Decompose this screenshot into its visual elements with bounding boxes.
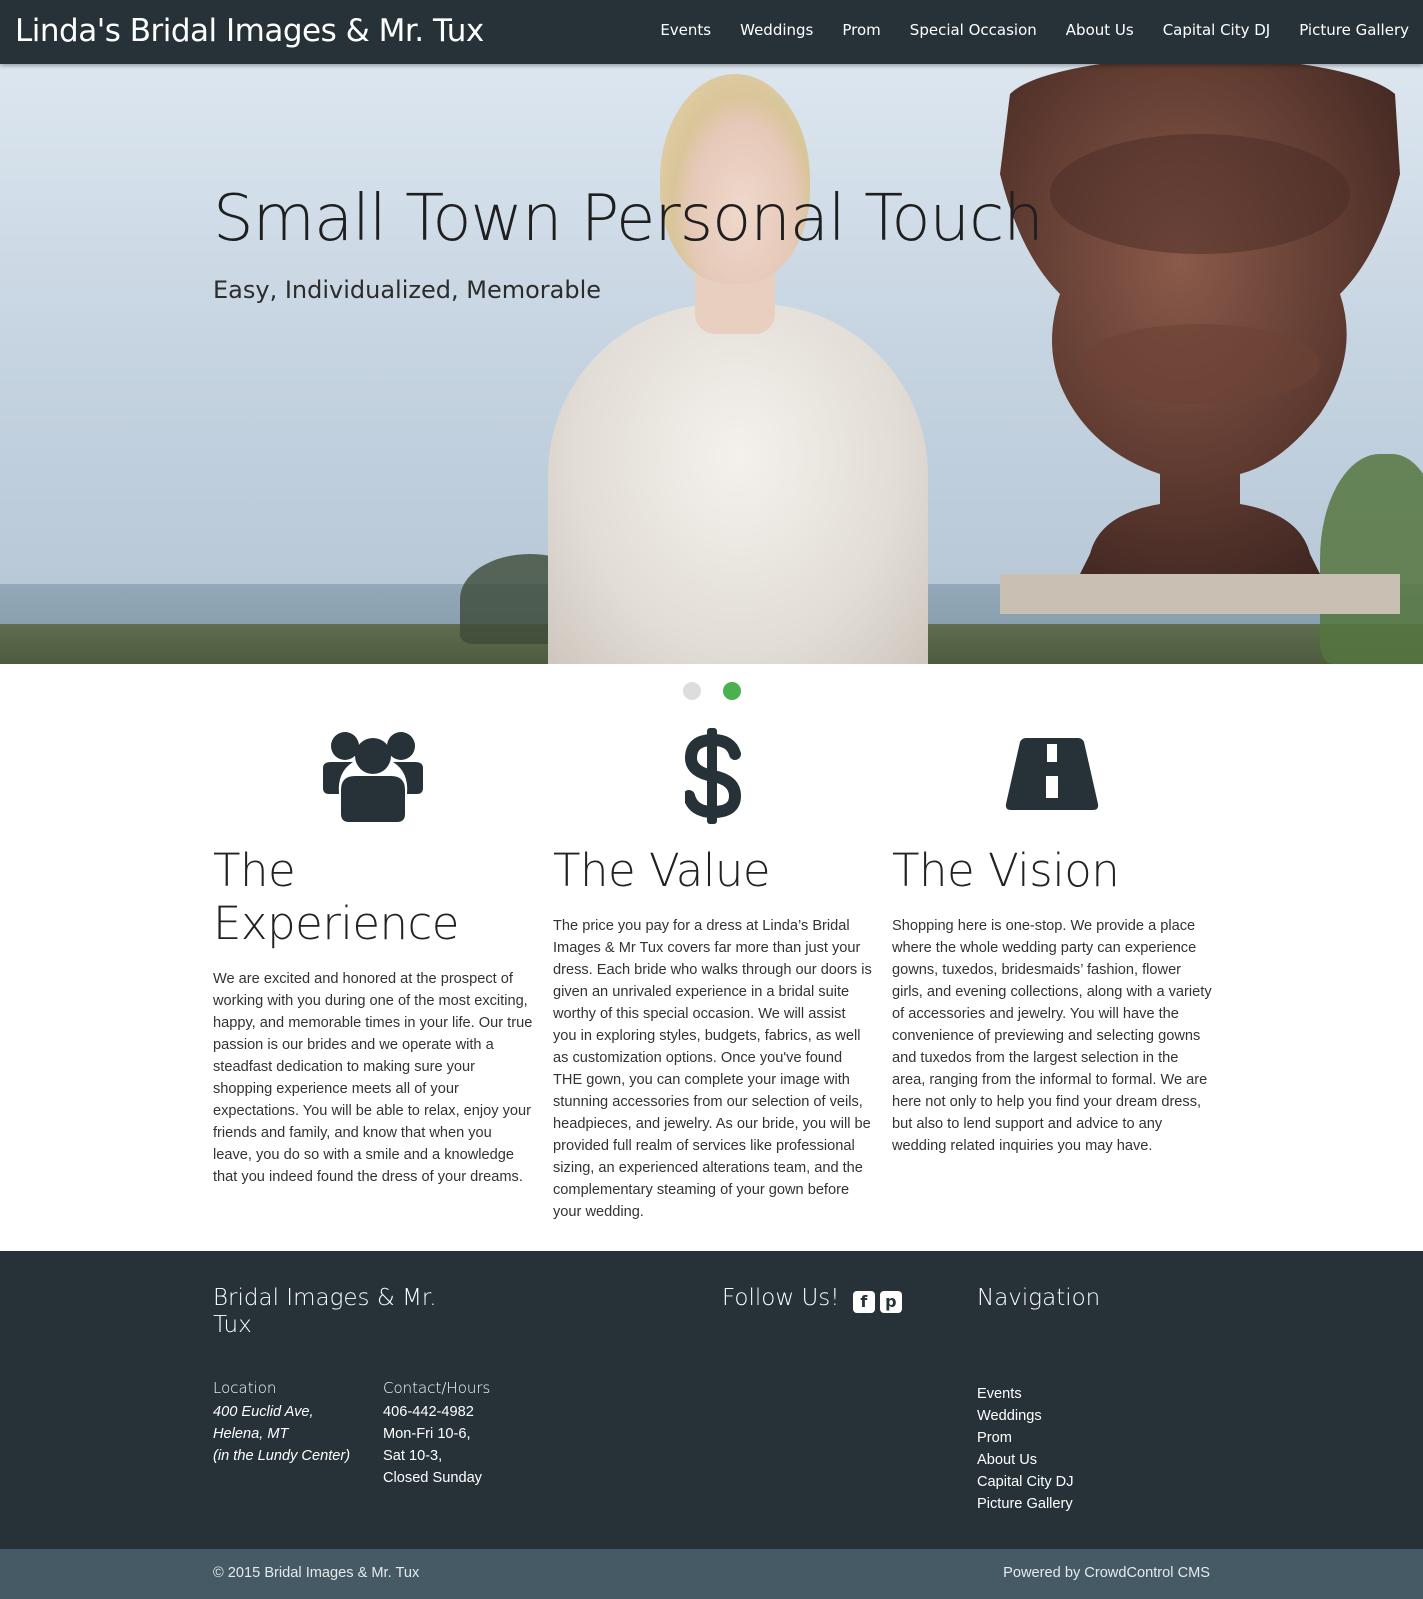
powered-by-link[interactable]: Powered by CrowdControl CMS: [1003, 1565, 1210, 1581]
nav-capital-city-dj[interactable]: Capital City DJ: [1163, 21, 1271, 39]
nav-prom[interactable]: Prom: [842, 21, 880, 39]
feature-title: The Value: [553, 844, 771, 897]
site-brand[interactable]: Linda's Bridal Images & Mr. Tux: [15, 13, 484, 49]
site-footer: Bridal Images & Mr. Tux Follow Us! f p N…: [0, 1251, 1423, 1549]
feature-experience: The Experience We are excited and honore…: [213, 728, 533, 1188]
address-line: 400 Euclid Ave,: [213, 1404, 314, 1420]
hero-title: Small Town Personal Touch: [213, 182, 1044, 256]
hours-line: Closed Sunday: [383, 1470, 482, 1486]
footer-nav-prom[interactable]: Prom: [977, 1427, 1074, 1449]
feature-title: The Experience: [213, 844, 459, 950]
footer-brand: Bridal Images & Mr. Tux: [213, 1285, 437, 1338]
hero-subtitle: Easy, Individualized, Memorable: [213, 276, 602, 304]
hours-line: Sat 10-3,: [383, 1448, 443, 1464]
bottom-bar: © 2015 Bridal Images & Mr. Tux Powered b…: [0, 1549, 1423, 1599]
footer-nav-about-us[interactable]: About Us: [977, 1449, 1074, 1471]
road-icon: [892, 728, 1212, 824]
footer-nav-weddings[interactable]: Weddings: [977, 1405, 1074, 1427]
address-line: Helena, MT: [213, 1426, 289, 1442]
phone-number[interactable]: 406-442-4982: [383, 1401, 490, 1423]
footer-nav: Events Weddings Prom About Us Capital Ci…: [977, 1383, 1074, 1515]
footer-contact: Contact/Hours 406-442-4982 Mon-Fri 10-6,…: [383, 1377, 490, 1489]
top-navbar: Linda's Bridal Images & Mr. Tux Events W…: [0, 0, 1423, 64]
feature-title: The Vision: [892, 844, 1120, 897]
slider-dot-2[interactable]: [722, 682, 741, 700]
dollar-icon: [553, 728, 873, 824]
footer-follow: Follow Us! f p: [722, 1285, 902, 1313]
feature-value: The Value The price you pay for a dress …: [553, 728, 873, 1223]
pinterest-icon[interactable]: p: [879, 1291, 902, 1313]
slider-dot-1[interactable]: [682, 682, 701, 700]
facebook-icon[interactable]: f: [852, 1291, 875, 1313]
footer-nav-title: Navigation: [977, 1285, 1101, 1311]
footer-nav-events[interactable]: Events: [977, 1383, 1074, 1405]
footer-nav-picture-gallery[interactable]: Picture Gallery: [977, 1493, 1074, 1515]
bride-dress-image: [548, 304, 928, 664]
stone-urn-image: [1000, 64, 1400, 614]
feature-vision: The Vision Shopping here is one-stop. We…: [892, 728, 1212, 1157]
nav-events[interactable]: Events: [660, 21, 711, 39]
follow-label: Follow Us!: [722, 1285, 840, 1311]
nav-picture-gallery[interactable]: Picture Gallery: [1299, 21, 1409, 39]
location-label: Location: [213, 1379, 277, 1397]
feature-text: Shopping here is one-stop. We provide a …: [892, 918, 1212, 1154]
feature-text: The price you pay for a dress at Linda’s…: [553, 918, 872, 1220]
slider-dots: [0, 682, 1423, 700]
social-links: f p: [852, 1291, 902, 1313]
nav-about-us[interactable]: About Us: [1066, 21, 1134, 39]
contact-label: Contact/Hours: [383, 1379, 491, 1397]
copyright: © 2015 Bridal Images & Mr. Tux: [213, 1565, 420, 1581]
nav-weddings[interactable]: Weddings: [740, 21, 813, 39]
hero-slider: Small Town Personal Touch Easy, Individu…: [0, 64, 1423, 664]
main-nav: Events Weddings Prom Special Occasion Ab…: [631, 21, 1409, 39]
users-icon: [213, 728, 533, 824]
footer-nav-capital-city-dj[interactable]: Capital City DJ: [977, 1471, 1074, 1493]
hours-line: Mon-Fri 10-6,: [383, 1426, 471, 1442]
feature-text: We are excited and honored at the prospe…: [213, 971, 533, 1185]
nav-special-occasion[interactable]: Special Occasion: [910, 21, 1037, 39]
address-line: (in the Lundy Center): [213, 1448, 351, 1464]
footer-location: Location 400 Euclid Ave, Helena, MT (in …: [213, 1377, 350, 1467]
